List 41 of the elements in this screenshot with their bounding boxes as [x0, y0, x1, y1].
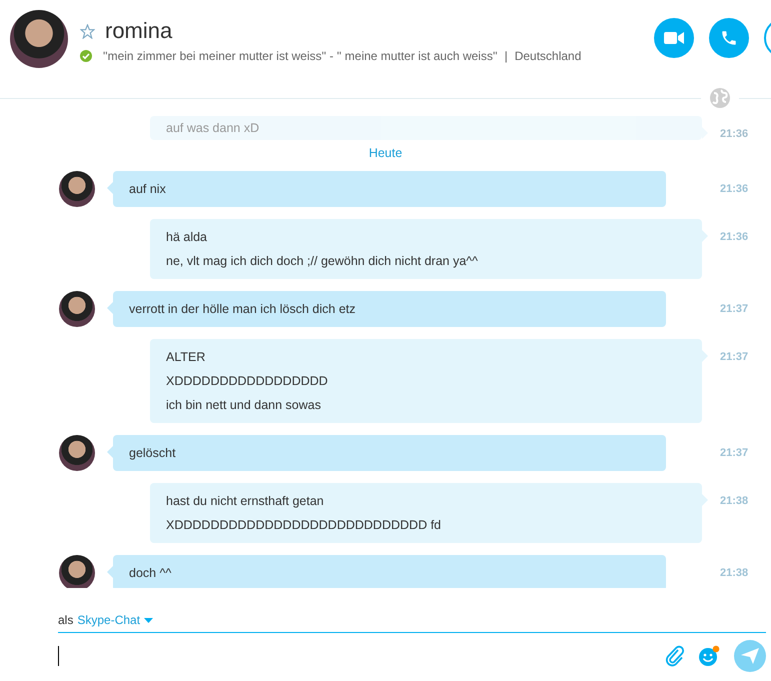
send-button[interactable] — [734, 640, 766, 672]
message-text: ALTER — [166, 349, 206, 366]
avatar-photo — [59, 291, 95, 327]
timestamp: 21:37 — [720, 446, 748, 461]
timestamp: 21:37 — [720, 350, 748, 365]
message-text: doch ^^ — [129, 565, 172, 582]
timestamp: 21:38 — [720, 566, 748, 581]
location: Deutschland — [514, 49, 582, 63]
message-text: verrott in der hölle man ich lösch dich etz — [129, 301, 356, 318]
message-text: gelöscht — [129, 445, 177, 462]
paperclip-icon[interactable] — [665, 645, 685, 667]
timestamp: 21:36 — [720, 182, 748, 197]
mood-message: ''mein zimmer bei meiner mutter ist weiss'' - '' meine mutter ist auch weiss'' — [103, 49, 498, 63]
avatar-photo — [59, 171, 95, 207]
avatar-photo — [59, 435, 95, 471]
message-text: XDDDDDDDDDDDDDDDDDDDDDDDDDDDD fd — [166, 517, 442, 534]
paper-plane-icon — [741, 648, 759, 664]
send-as-label: als — [58, 612, 74, 628]
message-text: ne, vlt mag ich dich doch ;// gewöhn dich nicht dran ya^^ — [166, 253, 479, 270]
timestamp: 21:36 — [720, 127, 748, 142]
message-text: hast du nicht ernsthaft getan — [166, 493, 325, 510]
video-camera-icon — [664, 31, 684, 45]
separator: | — [504, 49, 508, 63]
channel-dropdown[interactable]: Skype-Chat — [77, 612, 154, 628]
message-text: auf nix — [129, 181, 167, 198]
message-text: XDDDDDDDDDDDDDDDDD — [166, 373, 329, 390]
message-text: ich bin nett und dann sowas — [166, 397, 322, 414]
video-call-button[interactable] — [654, 18, 694, 58]
call-button[interactable] — [709, 18, 749, 58]
caret-icon — [144, 618, 154, 622]
message-text: hä alda — [166, 229, 208, 246]
star-icon[interactable] — [80, 24, 95, 38]
timestamp: 21:37 — [720, 302, 748, 317]
date-separator: Heute — [368, 146, 404, 160]
avatar-photo — [59, 555, 95, 588]
emoticon-icon[interactable] — [698, 645, 720, 667]
timestamp: 21:38 — [720, 494, 748, 509]
message-text: auf was dann xD — [166, 120, 260, 137]
phone-icon — [720, 29, 738, 47]
contact-name: romina — [105, 18, 172, 44]
timestamp: 21:36 — [720, 230, 748, 245]
